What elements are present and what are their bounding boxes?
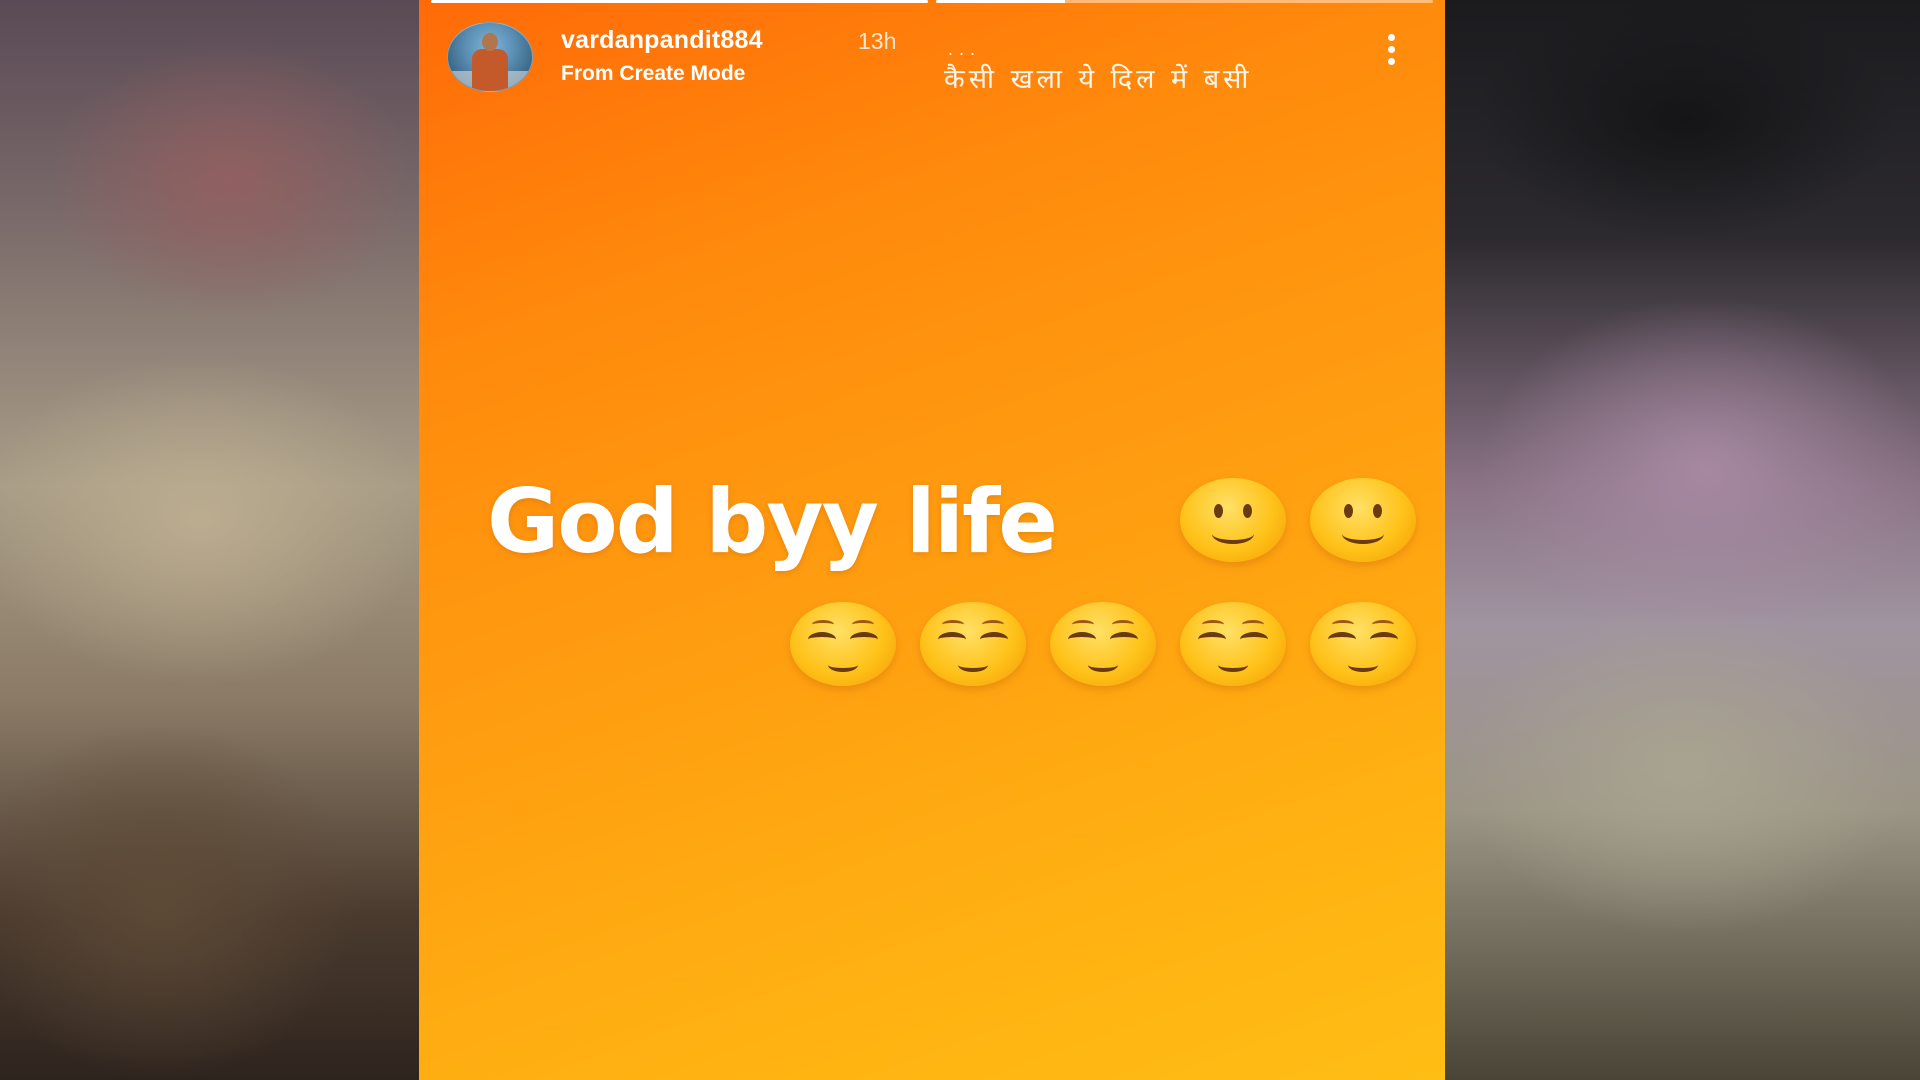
emoji-eye: [1373, 504, 1382, 518]
slightly-smiling-face-icon: [1180, 478, 1286, 562]
avatar[interactable]: [447, 22, 533, 92]
emoji-mouth: [1212, 524, 1254, 544]
menu-dot: [1387, 46, 1395, 53]
blurred-background-left: [0, 0, 419, 1080]
emoji-eye: [1214, 504, 1223, 518]
emoji-closed-eye: [1240, 632, 1268, 647]
emoji-brow: [1112, 620, 1134, 629]
emoji-brow: [1072, 620, 1094, 629]
emoji-brow: [812, 620, 834, 629]
story-progress-bar: [431, 0, 1433, 3]
emoji-row-1: [1180, 478, 1416, 562]
emoji-brow: [982, 620, 1004, 629]
emoji-brow: [1202, 620, 1224, 629]
relieved-face-icon: [1180, 602, 1286, 686]
music-dots: ...: [948, 39, 982, 59]
progress-fill-1: [431, 0, 928, 3]
relieved-face-icon: [1310, 602, 1416, 686]
progress-fill-2: [936, 0, 1066, 3]
emoji-closed-eye: [938, 632, 966, 647]
emoji-mouth: [1088, 658, 1118, 672]
emoji-closed-eye: [1068, 632, 1096, 647]
relieved-face-icon: [920, 602, 1026, 686]
emoji-mouth: [828, 658, 858, 672]
emoji-mouth: [958, 658, 988, 672]
emoji-mouth: [1342, 524, 1384, 544]
emoji-closed-eye: [850, 632, 878, 647]
emoji-closed-eye: [1110, 632, 1138, 647]
emoji-eye: [1344, 504, 1353, 518]
relieved-face-icon: [790, 602, 896, 686]
story-caption: God byy life: [487, 470, 1058, 573]
story-viewer[interactable]: vardanpandit884 13h From Create Mode ...…: [419, 0, 1445, 1080]
progress-segment-1: [431, 0, 928, 3]
slightly-smiling-face-icon: [1310, 478, 1416, 562]
avatar-body-shape: [472, 49, 508, 91]
emoji-brow: [1242, 620, 1264, 629]
emoji-eye: [1243, 504, 1252, 518]
menu-dot: [1387, 34, 1395, 41]
emoji-closed-eye: [808, 632, 836, 647]
emoji-closed-eye: [1328, 632, 1356, 647]
emoji-closed-eye: [1370, 632, 1398, 647]
music-title: कैसी खला ये दिल में बसी: [944, 64, 1253, 95]
emoji-row-2: [790, 602, 1416, 686]
emoji-brow: [1332, 620, 1354, 629]
avatar-head-shape: [482, 33, 498, 51]
story-header: vardanpandit884 13h From Create Mode ...…: [447, 22, 1417, 95]
emoji-brow: [852, 620, 874, 629]
emoji-closed-eye: [980, 632, 1008, 647]
menu-dot: [1387, 58, 1395, 65]
story-timestamp: 13h: [858, 28, 897, 54]
progress-segment-2: [936, 0, 1433, 3]
emoji-brow: [942, 620, 964, 629]
username-link[interactable]: vardanpandit884: [561, 26, 763, 55]
more-options-icon[interactable]: [1381, 34, 1401, 76]
emoji-closed-eye: [1198, 632, 1226, 647]
story-source-label: From Create Mode: [561, 62, 746, 85]
emoji-mouth: [1218, 658, 1248, 672]
emoji-mouth: [1348, 658, 1378, 672]
blurred-background-right: [1445, 0, 1920, 1080]
emoji-brow: [1372, 620, 1394, 629]
relieved-face-icon: [1050, 602, 1156, 686]
